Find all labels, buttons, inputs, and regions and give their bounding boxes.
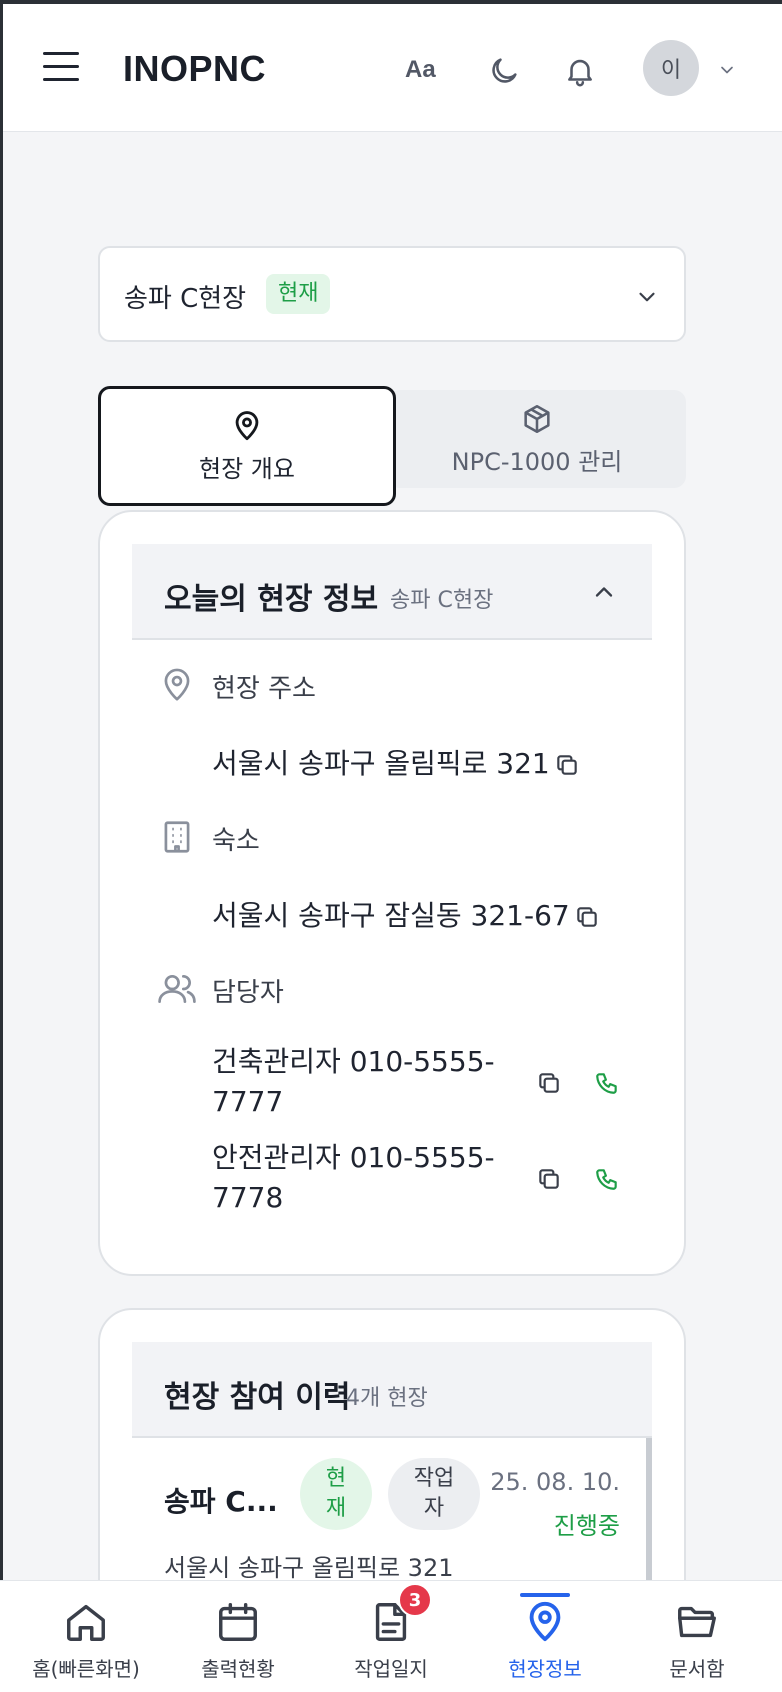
copy-icon[interactable] <box>574 904 600 930</box>
copy-icon[interactable] <box>554 752 580 778</box>
folder-icon <box>678 1606 716 1638</box>
home-icon <box>67 1604 105 1641</box>
nav-item-site-info[interactable]: 현장정보 <box>470 1581 620 1692</box>
nav-item-documents[interactable]: 문서함 <box>622 1581 772 1692</box>
tab-site-overview[interactable]: 현장 개요 <box>98 386 396 506</box>
bottom-nav: 홈(빠른화면) 출력현황 작업일지 3 현장정보 문서함 <box>0 1580 782 1692</box>
calendar-icon <box>219 1603 257 1641</box>
nav-label: 출력현황 <box>201 1657 275 1681</box>
bell-icon[interactable] <box>563 54 597 88</box>
manager-line-2: 7777 <box>212 1085 284 1118</box>
history-address: 서울시 송파구 올림픽로 321 <box>164 1554 454 1582</box>
map-pin-icon <box>164 668 190 701</box>
history-date: 25. 08. 10. <box>490 1468 620 1496</box>
manager-label: 담당자 <box>212 978 284 1008</box>
copy-icon[interactable] <box>536 1070 562 1096</box>
role-badge: 작업 자 <box>388 1458 480 1530</box>
tab-label: NPC-1000 관리 <box>451 447 623 476</box>
lodging-label: 숙소 <box>212 826 260 856</box>
nav-label: 홈(빠른화면) <box>32 1657 140 1681</box>
map-pin-icon <box>235 410 259 440</box>
users-icon <box>158 974 196 1004</box>
notification-badge: 3 <box>398 1583 432 1617</box>
card-subtitle: 4개 현장 <box>346 1386 428 1411</box>
manager-line-1: 안전관리자 010-5555- <box>212 1141 495 1174</box>
app-header: INOPNC Aa 이 <box>3 4 782 132</box>
moon-icon[interactable] <box>487 54 521 88</box>
tab-npc-management[interactable]: NPC-1000 관리 <box>388 390 686 488</box>
manager-line-2: 7778 <box>212 1181 284 1214</box>
font-size-button[interactable]: Aa <box>405 56 436 84</box>
nav-label: 현장정보 <box>508 1657 582 1681</box>
nav-label: 문서함 <box>669 1657 725 1681</box>
nav-item-output[interactable]: 출력현황 <box>163 1581 313 1692</box>
card-title: 현장 참여 이력 <box>164 1380 351 1415</box>
map-pin-icon <box>529 1601 561 1642</box>
copy-icon[interactable] <box>536 1166 562 1192</box>
current-badge: 현재 <box>266 274 331 314</box>
address-label: 현장 주소 <box>212 674 316 704</box>
card-title: 오늘의 현장 정보 <box>164 582 379 617</box>
manager-line-1: 건축관리자 010-5555- <box>212 1045 495 1078</box>
tab-group: NPC-1000 관리 현장 개요 <box>98 386 686 506</box>
window-left-border <box>0 0 3 1692</box>
current-badge: 현재 <box>300 1458 372 1530</box>
chevron-down-icon[interactable] <box>717 60 737 80</box>
chevron-up-icon[interactable] <box>590 578 618 606</box>
history-status: 진행중 <box>553 1512 620 1540</box>
chevron-down-icon <box>639 292 655 302</box>
site-select[interactable]: 송파 C현장 현재 <box>98 246 686 342</box>
building-icon <box>164 821 190 853</box>
card-subtitle: 송파 C현장 <box>390 588 494 613</box>
tab-label: 현장 개요 <box>199 454 295 483</box>
card-header[interactable]: 오늘의 현장 정보 송파 C현장 <box>132 544 652 640</box>
card-header: 현장 참여 이력 4개 현장 <box>132 1342 652 1438</box>
nav-item-home[interactable]: 홈(빠른화면) <box>11 1581 161 1692</box>
today-site-info-card: 오늘의 현장 정보 송파 C현장 현장 주소 서울시 송파구 올림픽로 321 … <box>98 510 686 1276</box>
address-value: 서울시 송파구 올림픽로 321 <box>212 747 550 780</box>
site-select-name: 송파 C현장 <box>124 284 247 314</box>
package-icon <box>524 404 550 433</box>
app-logo[interactable]: INOPNC <box>123 48 266 90</box>
menu-icon[interactable] <box>43 52 83 86</box>
lodging-value: 서울시 송파구 잠실동 321-67 <box>212 899 570 932</box>
nav-label: 작업일지 <box>354 1657 428 1681</box>
history-site-name: 송파 C... <box>164 1485 278 1518</box>
avatar[interactable]: 이 <box>643 40 699 96</box>
phone-icon[interactable] <box>594 1070 620 1096</box>
nav-item-worklog[interactable]: 작업일지 <box>316 1581 466 1692</box>
phone-icon[interactable] <box>594 1166 620 1192</box>
